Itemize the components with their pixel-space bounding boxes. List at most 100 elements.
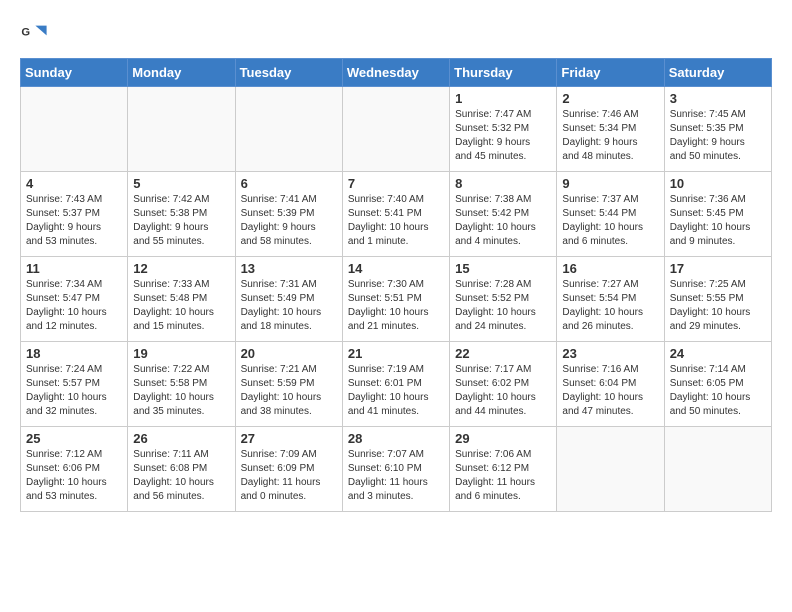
day-number: 13 — [241, 261, 337, 276]
calendar-cell: 14 Sunrise: 7:30 AM Sunset: 5:51 PM Dayli… — [342, 257, 449, 342]
day-info: Sunrise: 7:17 AM Sunset: 6:02 PM Dayligh… — [455, 363, 551, 419]
day-info: Sunrise: 7:11 AM Sunset: 6:08 PM Dayligh… — [133, 448, 229, 504]
calendar-cell — [342, 87, 449, 172]
day-info: Sunrise: 7:30 AM Sunset: 5:51 PM Dayligh… — [348, 278, 444, 334]
calendar-cell: 26Sunrise: 7:11 AM Sunset: 6:08 PM Dayli… — [128, 427, 235, 512]
weekday-header-monday: Monday — [128, 59, 235, 87]
day-info: Sunrise: 7:40 AM Sunset: 5:41 PM Dayligh… — [348, 193, 444, 249]
calendar-cell: 2 Sunrise: 7:46 AM Sunset: 5:34 PM Daylig… — [557, 87, 664, 172]
day-number: 27 — [241, 431, 337, 446]
calendar-cell: 18 Sunrise: 7:24 AM Sunset: 5:57 PM Dayli… — [21, 342, 128, 427]
day-info: Sunrise: 7:42 AM Sunset: 5:38 PM Dayligh… — [133, 193, 229, 249]
weekday-header-sunday: Sunday — [21, 59, 128, 87]
day-info: Sunrise: 7:09 AM Sunset: 6:09 PM Dayligh… — [241, 448, 337, 504]
day-info: Sunrise: 7:22 AM Sunset: 5:58 PM Dayligh… — [133, 363, 229, 419]
day-number: 12 — [133, 261, 229, 276]
day-number: 8 — [455, 176, 551, 191]
calendar-cell: 10Sunrise: 7:36 AM Sunset: 5:45 PM Dayli… — [664, 172, 771, 257]
day-number: 23 — [562, 346, 658, 361]
day-info: Sunrise: 7:28 AM Sunset: 5:52 PM Dayligh… — [455, 278, 551, 334]
day-number: 17 — [670, 261, 766, 276]
calendar-cell: 25 Sunrise: 7:12 AM Sunset: 6:06 PM Dayli… — [21, 427, 128, 512]
calendar-cell: 7Sunrise: 7:40 AM Sunset: 5:41 PM Daylig… — [342, 172, 449, 257]
calendar-cell: 1Sunrise: 7:47 AM Sunset: 5:32 PM Daylig… — [450, 87, 557, 172]
day-info: Sunrise: 7:14 AM Sunset: 6:05 PM Dayligh… — [670, 363, 766, 419]
weekday-header-wednesday: Wednesday — [342, 59, 449, 87]
day-number: 4 — [26, 176, 122, 191]
calendar-cell: 20 Sunrise: 7:21 AM Sunset: 5:59 PM Dayli… — [235, 342, 342, 427]
calendar-cell: 19 Sunrise: 7:22 AM Sunset: 5:58 PM Dayli… — [128, 342, 235, 427]
day-info: Sunrise: 7:16 AM Sunset: 6:04 PM Dayligh… — [562, 363, 658, 419]
calendar-cell: 9 Sunrise: 7:37 AM Sunset: 5:44 PM Daylig… — [557, 172, 664, 257]
day-number: 25 — [26, 431, 122, 446]
calendar-cell: 21 Sunrise: 7:19 AM Sunset: 6:01 PM Dayli… — [342, 342, 449, 427]
calendar-week-row-4: 18 Sunrise: 7:24 AM Sunset: 5:57 PM Dayli… — [21, 342, 772, 427]
calendar-cell: 17 Sunrise: 7:25 AM Sunset: 5:55 PM Dayli… — [664, 257, 771, 342]
day-info: Sunrise: 7:25 AM Sunset: 5:55 PM Dayligh… — [670, 278, 766, 334]
logo: G — [20, 20, 52, 48]
day-info: Sunrise: 7:19 AM Sunset: 6:01 PM Dayligh… — [348, 363, 444, 419]
logo-icon: G — [20, 20, 48, 48]
calendar-cell — [664, 427, 771, 512]
day-info: Sunrise: 7:12 AM Sunset: 6:06 PM Dayligh… — [26, 448, 122, 504]
day-number: 1 — [455, 91, 551, 106]
day-number: 3 — [670, 91, 766, 106]
calendar-week-row-2: 4 Sunrise: 7:43 AM Sunset: 5:37 PM Daylig… — [21, 172, 772, 257]
calendar-cell: 11 Sunrise: 7:34 AM Sunset: 5:47 PM Dayli… — [21, 257, 128, 342]
calendar-cell: 16Sunrise: 7:27 AM Sunset: 5:54 PM Dayli… — [557, 257, 664, 342]
calendar-cell: 24 Sunrise: 7:14 AM Sunset: 6:05 PM Dayli… — [664, 342, 771, 427]
calendar-cell: 27 Sunrise: 7:09 AM Sunset: 6:09 PM Dayli… — [235, 427, 342, 512]
day-number: 18 — [26, 346, 122, 361]
calendar-cell — [128, 87, 235, 172]
day-number: 2 — [562, 91, 658, 106]
day-info: Sunrise: 7:07 AM Sunset: 6:10 PM Dayligh… — [348, 448, 444, 504]
calendar-cell: 12 Sunrise: 7:33 AM Sunset: 5:48 PM Dayli… — [128, 257, 235, 342]
day-info: Sunrise: 7:37 AM Sunset: 5:44 PM Dayligh… — [562, 193, 658, 249]
calendar-cell — [235, 87, 342, 172]
calendar-cell: 22 Sunrise: 7:17 AM Sunset: 6:02 PM Dayli… — [450, 342, 557, 427]
weekday-header-thursday: Thursday — [450, 59, 557, 87]
day-info: Sunrise: 7:43 AM Sunset: 5:37 PM Dayligh… — [26, 193, 122, 249]
day-number: 24 — [670, 346, 766, 361]
calendar-cell: 23 Sunrise: 7:16 AM Sunset: 6:04 PM Dayli… — [557, 342, 664, 427]
day-number: 9 — [562, 176, 658, 191]
day-number: 21 — [348, 346, 444, 361]
day-number: 11 — [26, 261, 122, 276]
day-number: 20 — [241, 346, 337, 361]
day-info: Sunrise: 7:45 AM Sunset: 5:35 PM Dayligh… — [670, 108, 766, 164]
calendar-cell: 4 Sunrise: 7:43 AM Sunset: 5:37 PM Daylig… — [21, 172, 128, 257]
day-info: Sunrise: 7:41 AM Sunset: 5:39 PM Dayligh… — [241, 193, 337, 249]
weekday-header-saturday: Saturday — [664, 59, 771, 87]
day-number: 19 — [133, 346, 229, 361]
day-info: Sunrise: 7:24 AM Sunset: 5:57 PM Dayligh… — [26, 363, 122, 419]
calendar-cell — [557, 427, 664, 512]
calendar-cell: 8Sunrise: 7:38 AM Sunset: 5:42 PM Daylig… — [450, 172, 557, 257]
calendar-cell: 15 Sunrise: 7:28 AM Sunset: 5:52 PM Dayli… — [450, 257, 557, 342]
day-info: Sunrise: 7:27 AM Sunset: 5:54 PM Dayligh… — [562, 278, 658, 334]
day-info: Sunrise: 7:21 AM Sunset: 5:59 PM Dayligh… — [241, 363, 337, 419]
calendar-cell: 13Sunrise: 7:31 AM Sunset: 5:49 PM Dayli… — [235, 257, 342, 342]
svg-text:G: G — [21, 26, 30, 38]
weekday-header-tuesday: Tuesday — [235, 59, 342, 87]
day-info: Sunrise: 7:46 AM Sunset: 5:34 PM Dayligh… — [562, 108, 658, 164]
day-number: 22 — [455, 346, 551, 361]
day-number: 6 — [241, 176, 337, 191]
day-number: 15 — [455, 261, 551, 276]
page-header: G — [20, 20, 772, 48]
day-info: Sunrise: 7:06 AM Sunset: 6:12 PM Dayligh… — [455, 448, 551, 504]
calendar-cell: 5 Sunrise: 7:42 AM Sunset: 5:38 PM Daylig… — [128, 172, 235, 257]
day-number: 10 — [670, 176, 766, 191]
day-info: Sunrise: 7:33 AM Sunset: 5:48 PM Dayligh… — [133, 278, 229, 334]
day-number: 14 — [348, 261, 444, 276]
calendar-cell: 3 Sunrise: 7:45 AM Sunset: 5:35 PM Daylig… — [664, 87, 771, 172]
calendar-week-row-3: 11 Sunrise: 7:34 AM Sunset: 5:47 PM Dayli… — [21, 257, 772, 342]
day-number: 29 — [455, 431, 551, 446]
day-number: 28 — [348, 431, 444, 446]
day-number: 5 — [133, 176, 229, 191]
calendar-week-row-1: 1Sunrise: 7:47 AM Sunset: 5:32 PM Daylig… — [21, 87, 772, 172]
calendar-table: SundayMondayTuesdayWednesdayThursdayFrid… — [20, 58, 772, 512]
calendar-week-row-5: 25 Sunrise: 7:12 AM Sunset: 6:06 PM Dayli… — [21, 427, 772, 512]
weekday-header-row: SundayMondayTuesdayWednesdayThursdayFrid… — [21, 59, 772, 87]
day-info: Sunrise: 7:34 AM Sunset: 5:47 PM Dayligh… — [26, 278, 122, 334]
weekday-header-friday: Friday — [557, 59, 664, 87]
